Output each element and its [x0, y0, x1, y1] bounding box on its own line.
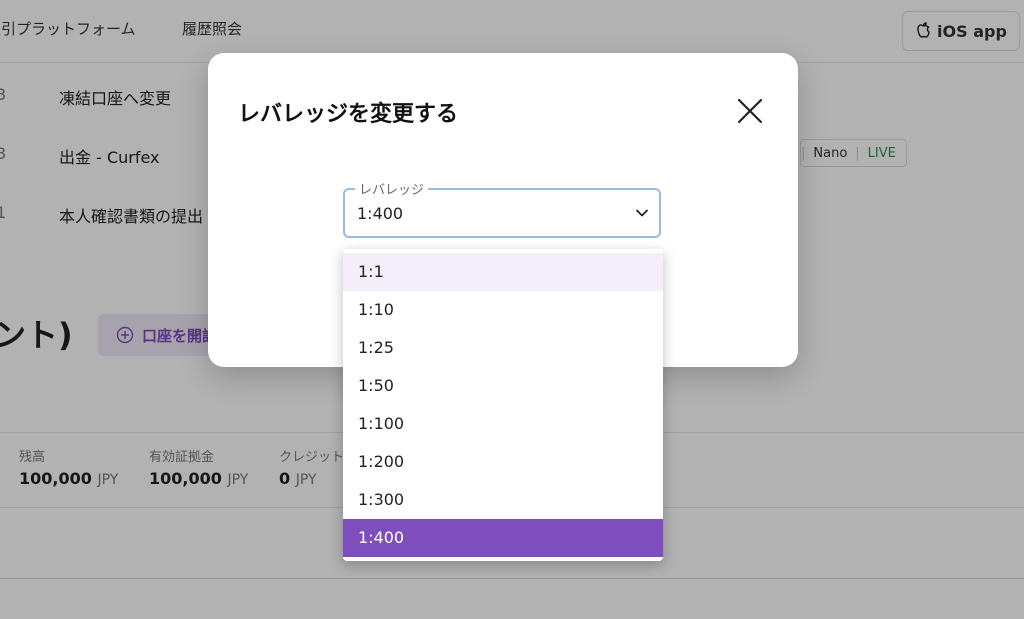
- leverage-current-value: 1:400: [357, 204, 404, 223]
- leverage-dropdown-list: 1:1 1:10 1:25 1:50 1:100 1:200 1:300 1:4…: [343, 249, 663, 561]
- leverage-select[interactable]: レバレッジ 1:400: [343, 179, 661, 238]
- close-icon[interactable]: [736, 97, 764, 125]
- chevron-down-icon: [636, 209, 648, 217]
- leverage-option[interactable]: 1:50: [343, 367, 663, 405]
- leverage-option-selected[interactable]: 1:400: [343, 519, 663, 557]
- modal-title: レバレッジを変更する: [238, 102, 459, 127]
- leverage-option[interactable]: 1:200: [343, 443, 663, 481]
- leverage-option[interactable]: 1:100: [343, 405, 663, 443]
- page-root: 取引プラットフォーム 履歴照会 iOS app 3 凍結口座へ変更 3 出金 -…: [0, 0, 1024, 619]
- leverage-field-label: レバレッジ: [355, 179, 429, 198]
- leverage-option[interactable]: 1:25: [343, 329, 663, 367]
- leverage-option[interactable]: 1:10: [343, 291, 663, 329]
- leverage-option[interactable]: 1:300: [343, 481, 663, 519]
- leverage-option[interactable]: 1:1: [343, 253, 663, 291]
